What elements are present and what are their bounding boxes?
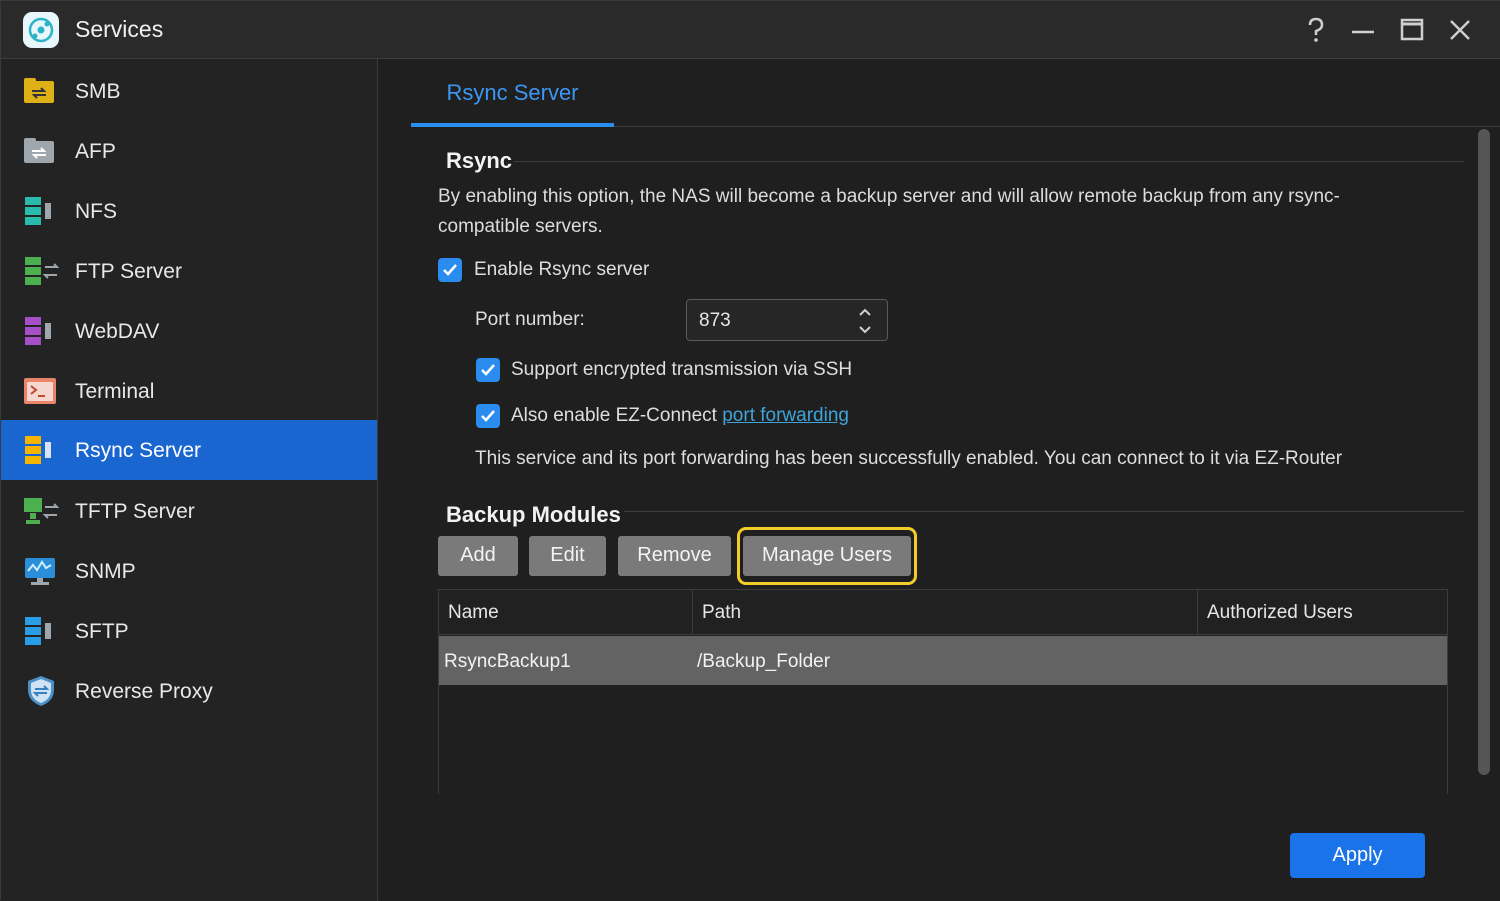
check-icon [443,264,457,276]
ssh-label: Support encrypted transmission via SSH [511,359,853,380]
port-number-stepper[interactable]: 873 [686,299,888,341]
sidebar-item-afp[interactable]: AFP [1,121,377,181]
sidebar-item-label: Rsync Server [75,439,202,462]
maximize-icon[interactable] [1397,15,1427,45]
sidebar-item-ftp-server[interactable]: FTP Server [1,241,377,301]
tftp-server-icon [24,498,59,524]
shield-icon [28,676,54,706]
port-forwarding-link[interactable]: port forwarding [722,405,849,426]
rsync-description: By enabling this option, the NAS will be… [438,186,1340,237]
sidebar-item-sftp[interactable]: SFTP [1,601,377,661]
backup-modules-title: Backup Modules [446,502,621,527]
sidebar-item-label: AFP [75,140,116,163]
sidebar-item-label: Reverse Proxy [75,680,213,703]
sidebar-item-label: TFTP Server [75,500,195,523]
chevron-up-icon[interactable] [857,306,873,318]
port-number-label: Port number: [475,309,585,330]
check-icon [481,410,495,422]
sidebar-item-label: WebDAV [75,320,160,343]
vertical-scrollbar[interactable] [1478,129,1490,775]
sidebar-item-webdav[interactable]: WebDAV [1,301,377,361]
sidebar-item-nfs[interactable]: NFS [1,181,377,241]
section-divider [624,511,1464,512]
rsync-server-icon [25,436,51,464]
section-divider [514,161,1464,162]
sidebar-item-label: FTP Server [75,260,182,283]
column-header-authorized-users[interactable]: Authorized Users [1198,590,1447,635]
cell-path: /Backup_Folder [697,651,831,672]
status-message: This service and its port forwarding has… [475,448,1343,469]
edit-button[interactable]: Edit [529,536,606,576]
title-bar: Services [1,1,1500,59]
tab-bar: Rsync Server [411,59,1500,127]
backup-modules-table: Name Path Authorized Users RsyncBackup1 … [438,589,1448,794]
window-title: Services [75,16,164,42]
ezconnect-label: Also enable EZ-Connect port forwarding [511,405,849,427]
tab-rsync-server[interactable]: Rsync Server [411,59,614,127]
sidebar: SMB AFP NFS FTP Server WebDAV Terminal R… [1,59,378,901]
cell-name: RsyncBackup1 [444,651,571,672]
services-app-icon [23,12,59,48]
remove-button[interactable]: Remove [618,536,731,576]
check-icon [481,364,495,376]
services-window: Services SMB AFP NFS FTP Server WebDAV T… [0,0,1500,901]
ssh-checkbox[interactable] [476,358,500,382]
ezconnect-label-text: Also enable EZ-Connect [511,405,723,426]
apply-button[interactable]: Apply [1290,833,1425,878]
sidebar-item-terminal[interactable]: Terminal [1,361,377,421]
nfs-server-icon [25,197,51,225]
snmp-monitor-icon [25,558,55,585]
terminal-icon [24,378,56,404]
afp-folder-icon [24,138,54,163]
ezconnect-checkbox[interactable] [476,404,500,428]
main-panel: Rsync Server Rsync By enabling this opti… [379,59,1500,901]
rsync-section-title: Rsync [446,148,513,173]
sidebar-item-label: SFTP [75,620,129,643]
sidebar-item-label: Terminal [75,380,155,403]
chevron-down-icon[interactable] [857,324,873,336]
webdav-server-icon [25,317,51,345]
sidebar-item-label: NFS [75,200,117,223]
manage-users-highlight [737,527,917,585]
sidebar-item-label: SNMP [75,560,136,583]
minimize-icon[interactable] [1348,15,1378,45]
enable-rsync-label: Enable Rsync server [474,259,650,280]
sidebar-item-smb[interactable]: SMB [1,61,377,121]
column-header-path[interactable]: Path [693,590,1198,635]
table-row[interactable]: RsyncBackup1 /Backup_Folder [439,636,1447,685]
smb-folder-icon [24,78,54,103]
close-icon[interactable] [1445,15,1475,45]
sidebar-item-label: SMB [75,80,121,103]
add-button[interactable]: Add [438,536,518,576]
sidebar-item-reverse-proxy[interactable]: Reverse Proxy [1,661,377,721]
sidebar-item-rsync-server[interactable]: Rsync Server [1,420,377,480]
ftp-server-icon [25,257,59,285]
column-header-name[interactable]: Name [439,590,693,635]
enable-rsync-checkbox[interactable] [438,258,462,282]
help-icon[interactable] [1301,15,1331,45]
sidebar-item-tftp-server[interactable]: TFTP Server [1,481,377,541]
sidebar-item-snmp[interactable]: SNMP [1,541,377,601]
table-header: Name Path Authorized Users [439,590,1447,635]
sftp-server-icon [25,617,51,645]
port-number-value: 873 [699,310,731,331]
